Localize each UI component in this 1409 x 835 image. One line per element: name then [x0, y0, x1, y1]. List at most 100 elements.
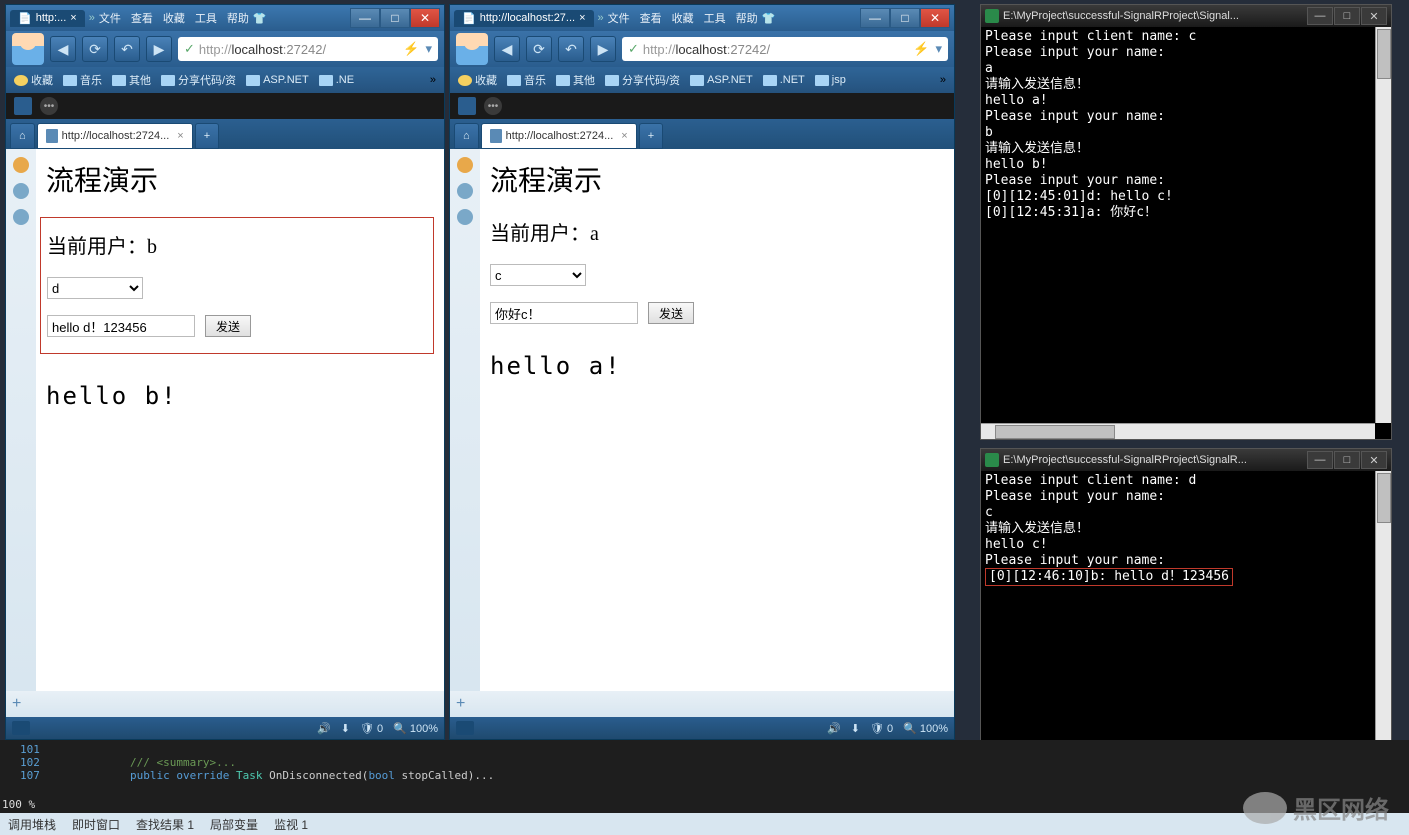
scroll-thumb[interactable]: [1377, 473, 1391, 523]
message-input[interactable]: [490, 302, 638, 324]
back-button[interactable]: ◀: [494, 36, 520, 62]
close-button[interactable]: ✕: [920, 8, 950, 28]
bookmark-share[interactable]: 分享代码/资: [161, 72, 236, 88]
address-bar[interactable]: ✓ http:// localhost :27242/ ⚡ ▾: [178, 37, 438, 61]
bookmark-overflow-icon[interactable]: »: [430, 74, 436, 86]
rail-clock-icon[interactable]: [457, 209, 473, 225]
menu-view[interactable]: 查看: [640, 10, 662, 26]
bookmark-aspnet[interactable]: ASP.NET: [690, 74, 753, 86]
menu-file[interactable]: 文件: [99, 10, 121, 26]
menu-file[interactable]: 文件: [608, 10, 630, 26]
menu-tools[interactable]: 工具: [195, 10, 217, 26]
target-user-select[interactable]: d: [47, 277, 143, 299]
ext-1-icon[interactable]: [458, 97, 476, 115]
refresh-button[interactable]: ⟳: [526, 36, 552, 62]
menu-help[interactable]: 帮助: [736, 10, 758, 26]
bookmark-net[interactable]: .NE: [319, 74, 354, 86]
console-titlebar[interactable]: E:\MyProject\successful-SignalRProject\S…: [981, 449, 1391, 471]
maximize-button[interactable]: □: [380, 8, 410, 28]
new-tab-button[interactable]: +: [639, 123, 663, 149]
maximize-button[interactable]: □: [890, 8, 920, 28]
volume-icon[interactable]: 🔊: [827, 722, 841, 735]
console-output[interactable]: Please input client name: cPlease input …: [981, 27, 1391, 223]
bookmark-fav[interactable]: 收藏: [14, 72, 53, 88]
address-bar[interactable]: ✓ http:// localhost :27242/ ⚡ ▾: [622, 37, 948, 61]
shield-status-icon[interactable]: 🛡 0: [870, 722, 893, 735]
console-titlebar[interactable]: E:\MyProject\successful-SignalRProject\S…: [981, 5, 1391, 27]
avatar[interactable]: [12, 33, 44, 65]
dropdown-icon[interactable]: ▾: [425, 41, 432, 57]
flash-icon[interactable]: ⚡: [913, 41, 929, 57]
bookmark-music[interactable]: 音乐: [63, 72, 102, 88]
scroll-thumb[interactable]: [1377, 29, 1391, 79]
console-output[interactable]: Please input client name: dPlease input …: [981, 471, 1391, 588]
zoom-icon[interactable]: 🔍 100%: [903, 722, 948, 735]
menu-tools[interactable]: 工具: [704, 10, 726, 26]
tshirt-icon[interactable]: 👕: [253, 12, 267, 25]
flash-icon[interactable]: ⚡: [403, 41, 419, 57]
home-tab[interactable]: ⌂: [10, 123, 35, 149]
bookmark-share[interactable]: 分享代码/资: [605, 72, 680, 88]
add-panel-button[interactable]: +: [12, 695, 21, 713]
bookmark-fav[interactable]: 收藏: [458, 72, 497, 88]
zoom-icon[interactable]: 🔍 100%: [393, 722, 438, 735]
code-lines[interactable]: /// <summary>... public override Task On…: [130, 743, 494, 782]
bookmark-jsp[interactable]: jsp: [815, 74, 846, 86]
close-button[interactable]: ✕: [410, 8, 440, 28]
bookmark-other[interactable]: 其他: [112, 72, 151, 88]
menu-help[interactable]: 帮助: [227, 10, 249, 26]
message-input[interactable]: [47, 315, 195, 337]
close-button[interactable]: ✕: [1361, 7, 1387, 25]
undo-button[interactable]: ↶: [558, 36, 584, 62]
menu-fav[interactable]: 收藏: [672, 10, 694, 26]
page-tab[interactable]: http://localhost:2724... ×: [481, 123, 637, 149]
rail-clock-icon[interactable]: [13, 209, 29, 225]
minimize-button[interactable]: —: [1307, 7, 1333, 25]
scrollbar-horizontal[interactable]: [981, 423, 1375, 439]
target-user-select[interactable]: c: [490, 264, 586, 286]
ext-1-icon[interactable]: [14, 97, 32, 115]
close-button[interactable]: ✕: [1361, 451, 1387, 469]
dropdown-icon[interactable]: ▾: [935, 41, 942, 57]
minimize-button[interactable]: —: [860, 8, 890, 28]
status-icon[interactable]: [12, 721, 30, 735]
shield-status-icon[interactable]: 🛡 0: [360, 722, 383, 735]
bookmark-aspnet[interactable]: ASP.NET: [246, 74, 309, 86]
tab-close-icon[interactable]: ×: [177, 130, 183, 142]
new-tab-button[interactable]: +: [195, 123, 219, 149]
forward-button[interactable]: ▶: [590, 36, 616, 62]
maximize-button[interactable]: □: [1334, 451, 1360, 469]
titlebar[interactable]: 📄 http://localhost:27... × » 文件 查看 收藏 工具…: [450, 5, 954, 31]
send-button[interactable]: 发送: [648, 302, 694, 324]
avatar[interactable]: [456, 33, 488, 65]
bookmark-net[interactable]: .NET: [763, 74, 805, 86]
maximize-button[interactable]: □: [1334, 7, 1360, 25]
menu-fav[interactable]: 收藏: [163, 10, 185, 26]
tab-chevron-icon[interactable]: »: [89, 12, 95, 24]
add-panel-button[interactable]: +: [456, 695, 465, 713]
ext-more-icon[interactable]: •••: [40, 97, 58, 115]
status-watch[interactable]: 监视 1: [274, 816, 308, 833]
rail-star-icon[interactable]: [13, 157, 29, 173]
bookmark-other[interactable]: 其他: [556, 72, 595, 88]
titlebar[interactable]: 📄 http:... × » 文件 查看 收藏 工具 帮助 👕 — □ ✕: [6, 5, 444, 31]
volume-icon[interactable]: 🔊: [317, 722, 331, 735]
send-button[interactable]: 发送: [205, 315, 251, 337]
refresh-button[interactable]: ⟳: [82, 36, 108, 62]
tshirt-icon[interactable]: 👕: [762, 12, 776, 25]
menu-view[interactable]: 查看: [131, 10, 153, 26]
forward-button[interactable]: ▶: [146, 36, 172, 62]
status-icon[interactable]: [456, 721, 474, 735]
minimize-button[interactable]: —: [350, 8, 380, 28]
ext-more-icon[interactable]: •••: [484, 97, 502, 115]
rail-phone-icon[interactable]: [13, 183, 29, 199]
title-tab[interactable]: 📄 http:... ×: [10, 10, 85, 27]
status-find[interactable]: 查找结果 1: [136, 816, 194, 833]
title-tab[interactable]: 📄 http://localhost:27... ×: [454, 10, 594, 27]
bookmark-music[interactable]: 音乐: [507, 72, 546, 88]
download-icon[interactable]: ⬇: [341, 722, 350, 735]
rail-phone-icon[interactable]: [457, 183, 473, 199]
page-tab[interactable]: http://localhost:2724... ×: [37, 123, 193, 149]
undo-button[interactable]: ↶: [114, 36, 140, 62]
bookmark-overflow-icon[interactable]: »: [940, 74, 946, 86]
